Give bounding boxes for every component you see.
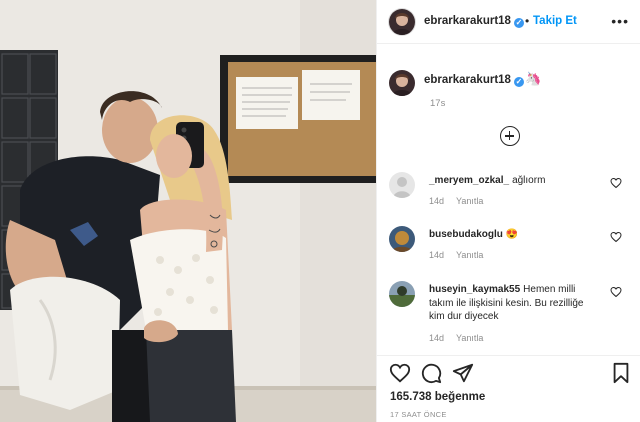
comment-bubble-icon[interactable] bbox=[420, 362, 442, 384]
header-separator: • bbox=[525, 14, 530, 28]
reply-button[interactable]: Yanıtla bbox=[456, 333, 483, 343]
post-photo[interactable] bbox=[0, 0, 376, 422]
comment-text-block: _meryem_ozkal_ ağlıorm bbox=[429, 174, 599, 188]
post-timestamp[interactable]: 17 SAAT ÖNCE bbox=[390, 410, 447, 419]
post-side-panel: ebrarkarakurt18 ✓ • Takip Et ••• ebrarkar… bbox=[376, 0, 640, 422]
comment-text-block: busebudakoglu 😍 bbox=[429, 228, 599, 242]
comment-body: ağlıorm bbox=[512, 175, 546, 186]
actions-divider bbox=[377, 355, 640, 356]
comment-meta: 14d Yanıtla bbox=[429, 333, 495, 343]
more-options-icon[interactable]: ••• bbox=[611, 13, 629, 29]
comment-time[interactable]: 14d bbox=[429, 333, 444, 343]
caption-emoji: 🦄 bbox=[525, 71, 542, 86]
caption-avatar-icon[interactable] bbox=[389, 70, 415, 96]
comment-username[interactable]: _meryem_ozkal_ bbox=[429, 175, 509, 186]
comment-heart-icon[interactable] bbox=[610, 231, 622, 243]
follow-button[interactable]: Takip Et bbox=[533, 15, 577, 27]
comment-avatar-icon[interactable] bbox=[389, 226, 415, 252]
comment-username[interactable]: busebudakoglu bbox=[429, 229, 503, 240]
caption-timestamp[interactable]: 17s bbox=[430, 98, 445, 109]
profile-avatar-icon[interactable] bbox=[389, 9, 415, 35]
post-image bbox=[0, 0, 376, 422]
reply-button[interactable]: Yanıtla bbox=[456, 250, 483, 260]
caption-verified-badge-icon: ✓ bbox=[513, 77, 524, 87]
comment-avatar-icon[interactable] bbox=[389, 281, 415, 307]
comment-heart-icon[interactable] bbox=[610, 286, 622, 298]
heart-icon[interactable] bbox=[389, 362, 411, 384]
action-bar bbox=[377, 362, 640, 388]
reply-button[interactable]: Yanıtla bbox=[456, 196, 483, 206]
comment-body: 😍 bbox=[505, 229, 519, 240]
comment-username[interactable]: huseyin_kaymak55 bbox=[429, 284, 520, 295]
verified-badge-icon: ✓ bbox=[513, 18, 524, 28]
plus-circle-icon[interactable] bbox=[500, 126, 520, 146]
header-username[interactable]: ebrarkarakurt18 ✓ bbox=[424, 15, 524, 28]
caption-username-text[interactable]: ebrarkarakurt18 bbox=[424, 74, 511, 86]
comment-meta: 14d Yanıtla bbox=[429, 250, 495, 260]
paper-plane-icon[interactable] bbox=[452, 362, 474, 384]
comment-meta: 14d Yanıtla bbox=[429, 196, 495, 206]
comment-heart-icon[interactable] bbox=[610, 177, 622, 189]
like-count[interactable]: 165.738 beğenme bbox=[390, 391, 485, 403]
caption-username[interactable]: ebrarkarakurt18 ✓ bbox=[424, 74, 524, 87]
comment-text-block: huseyin_kaymak55 Hemen milli takım ile il… bbox=[429, 283, 599, 324]
bookmark-icon[interactable] bbox=[610, 362, 632, 384]
post-header: ebrarkarakurt18 ✓ • Takip Et ••• bbox=[377, 0, 640, 44]
comment-time[interactable]: 14d bbox=[429, 250, 444, 260]
header-username-text[interactable]: ebrarkarakurt18 bbox=[424, 15, 511, 27]
comment-avatar-icon[interactable] bbox=[389, 172, 415, 198]
comment-time[interactable]: 14d bbox=[429, 196, 444, 206]
